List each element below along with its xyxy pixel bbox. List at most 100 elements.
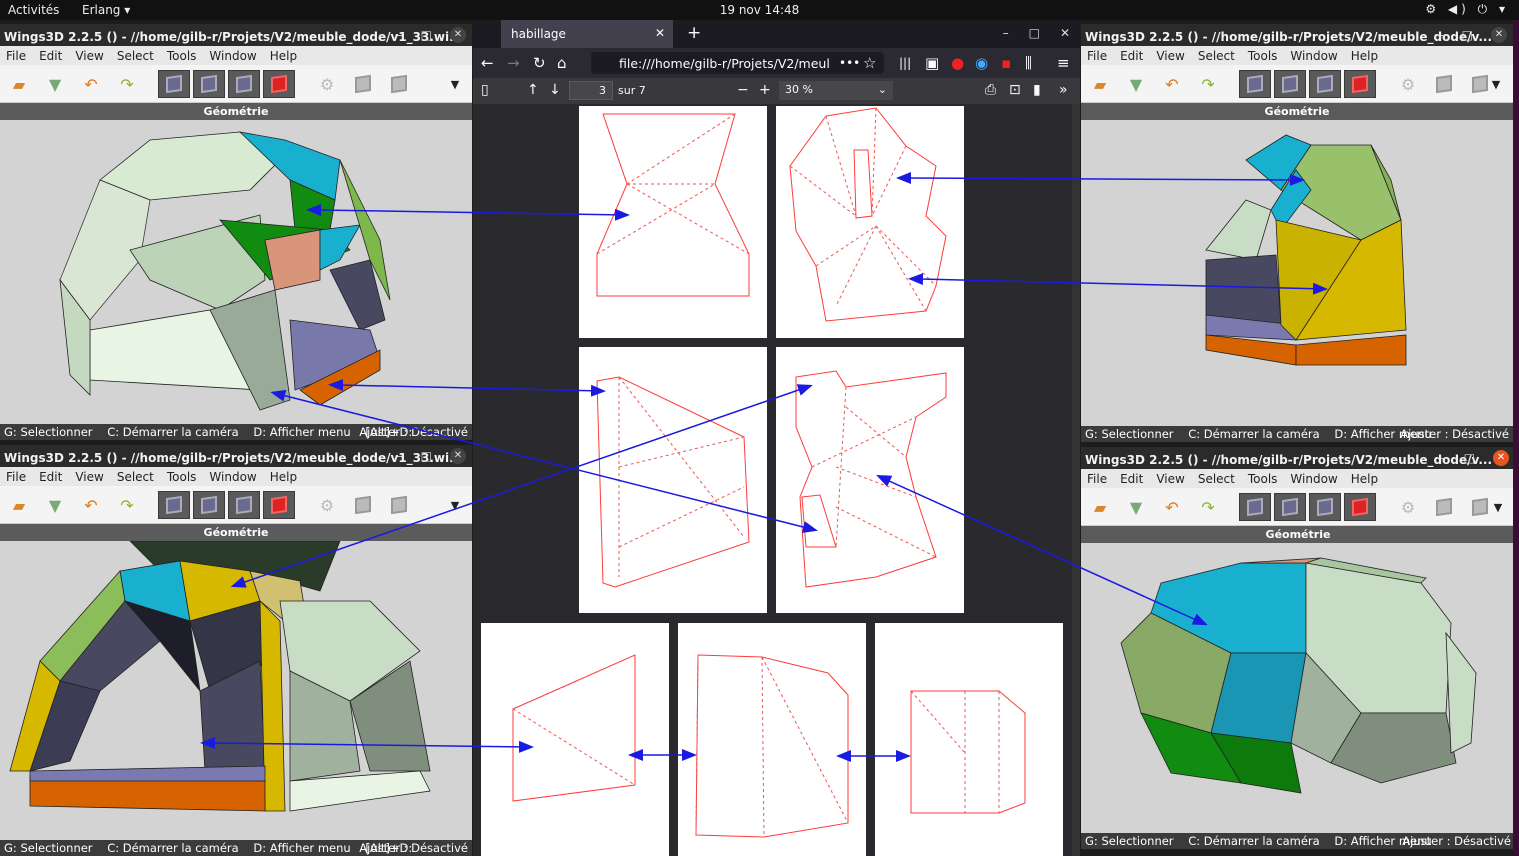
redo-icon[interactable]: ↷ bbox=[116, 73, 138, 95]
extension-ublock-icon[interactable]: ▪ bbox=[1001, 54, 1011, 72]
new-tab-icon[interactable]: + bbox=[687, 23, 701, 43]
gear-icon[interactable]: ⚙ bbox=[1397, 73, 1419, 95]
minimize-icon[interactable]: – bbox=[1003, 26, 1009, 40]
menu-select[interactable]: Select bbox=[1198, 49, 1235, 65]
vertex-mode-button[interactable] bbox=[1239, 70, 1271, 98]
redo-icon[interactable]: ↷ bbox=[1197, 496, 1219, 518]
chevron-down-icon[interactable]: ▼ bbox=[444, 73, 466, 95]
mesh-model[interactable] bbox=[1081, 543, 1515, 833]
viewport-3d[interactable] bbox=[0, 541, 472, 840]
save-icon[interactable]: ▼ bbox=[44, 73, 66, 95]
menu-file[interactable]: File bbox=[1087, 472, 1107, 488]
menu-file[interactable]: File bbox=[6, 49, 26, 65]
pdf-sidebar-icon[interactable]: ▯ bbox=[481, 82, 489, 98]
previous-page-icon[interactable]: ↑ bbox=[527, 82, 539, 98]
edge-mode-button[interactable] bbox=[1274, 493, 1306, 521]
extension-red-icon[interactable]: ● bbox=[951, 54, 964, 72]
menu-view[interactable]: View bbox=[1156, 472, 1184, 488]
menu-tools[interactable]: Tools bbox=[167, 49, 197, 65]
menu-view[interactable]: View bbox=[1156, 49, 1184, 65]
menu-view[interactable]: View bbox=[75, 470, 103, 486]
reload-icon[interactable]: ↻ bbox=[533, 54, 546, 72]
bookmark-icon[interactable]: ▮ bbox=[1033, 82, 1041, 98]
minimize-icon[interactable]: – bbox=[1440, 451, 1446, 465]
close-window-icon[interactable]: ✕ bbox=[1060, 26, 1070, 40]
save-icon[interactable]: ⊡ bbox=[1009, 82, 1021, 98]
zoom-in-icon[interactable]: + bbox=[759, 82, 771, 98]
zoom-select[interactable]: 30 % ⌄ bbox=[779, 81, 893, 100]
menu-file[interactable]: File bbox=[1087, 49, 1107, 65]
zoom-out-icon[interactable]: − bbox=[737, 82, 749, 98]
smooth-view-button[interactable] bbox=[352, 494, 374, 516]
print-icon[interactable]: ⎙ bbox=[985, 82, 996, 98]
chevron-down-icon[interactable]: ▼ bbox=[1487, 496, 1509, 518]
redo-icon[interactable]: ↷ bbox=[116, 494, 138, 516]
face-mode-button[interactable] bbox=[228, 70, 260, 98]
system-tray[interactable]: ⚙ ◀) ⏻ ▾ bbox=[1425, 2, 1509, 17]
maximize-icon[interactable]: □ bbox=[421, 449, 432, 463]
smooth-view-button[interactable] bbox=[1433, 73, 1455, 95]
library-icon[interactable]: ||| bbox=[899, 56, 911, 70]
close-tab-icon[interactable]: ✕ bbox=[655, 26, 665, 40]
undo-icon[interactable]: ↶ bbox=[80, 494, 102, 516]
menu-tools[interactable]: Tools bbox=[1248, 49, 1278, 65]
forward-icon[interactable]: → bbox=[507, 54, 520, 72]
mesh-model[interactable] bbox=[0, 541, 472, 831]
smooth-view-button[interactable] bbox=[1433, 496, 1455, 518]
smooth-view-button[interactable] bbox=[352, 73, 374, 95]
tab-habillage[interactable]: habillage ✕ bbox=[501, 20, 673, 48]
menu-edit[interactable]: Edit bbox=[39, 49, 62, 65]
body-mode-button[interactable] bbox=[1344, 70, 1376, 98]
clock[interactable]: 19 nov 14:48 bbox=[0, 3, 1519, 17]
menu-help[interactable]: Help bbox=[270, 470, 297, 486]
menu-select[interactable]: Select bbox=[117, 470, 154, 486]
undo-icon[interactable]: ↶ bbox=[1161, 496, 1183, 518]
mesh-model[interactable] bbox=[0, 120, 472, 420]
window-title-bar[interactable]: Wings3D 2.2.5 () - //home/gilb-r/Projets… bbox=[0, 445, 472, 467]
hamburger-menu-icon[interactable]: ≡ bbox=[1057, 54, 1070, 72]
close-icon[interactable]: ✕ bbox=[1491, 27, 1507, 43]
menu-select[interactable]: Select bbox=[117, 49, 154, 65]
vertex-mode-button[interactable] bbox=[158, 70, 190, 98]
menu-window[interactable]: Window bbox=[209, 49, 256, 65]
home-icon[interactable]: ⌂ bbox=[557, 54, 567, 72]
next-page-icon[interactable]: ↓ bbox=[549, 82, 561, 98]
maximize-icon[interactable]: □ bbox=[1462, 28, 1473, 42]
menu-edit[interactable]: Edit bbox=[39, 470, 62, 486]
chevron-down-icon[interactable]: ▼ bbox=[1485, 73, 1507, 95]
tools-menu-icon[interactable]: » bbox=[1059, 82, 1068, 98]
menu-view[interactable]: View bbox=[75, 49, 103, 65]
close-icon[interactable]: ✕ bbox=[450, 27, 466, 43]
scrollbar[interactable] bbox=[1072, 104, 1080, 856]
menu-edit[interactable]: Edit bbox=[1120, 49, 1143, 65]
back-icon[interactable]: ← bbox=[481, 54, 494, 72]
face-mode-button[interactable] bbox=[1309, 70, 1341, 98]
menu-window[interactable]: Window bbox=[1290, 472, 1337, 488]
body-mode-button[interactable] bbox=[263, 491, 295, 519]
edge-mode-button[interactable] bbox=[193, 70, 225, 98]
app-menu[interactable]: Erlang ▾ bbox=[82, 3, 130, 17]
gear-icon[interactable]: ⚙ bbox=[316, 73, 338, 95]
window-title-bar[interactable]: Wings3D 2.2.5 () - //home/gilb-r/Projets… bbox=[1081, 447, 1515, 469]
window-title-bar[interactable]: Wings3D 2.2.5 () - //home/gilb-r/Projets… bbox=[1081, 24, 1513, 46]
edge-mode-button[interactable] bbox=[193, 491, 225, 519]
undo-icon[interactable]: ↶ bbox=[1161, 73, 1183, 95]
redo-icon[interactable]: ↷ bbox=[1197, 73, 1219, 95]
vertex-mode-button[interactable] bbox=[158, 491, 190, 519]
maximize-icon[interactable]: □ bbox=[1464, 451, 1475, 465]
gear-icon[interactable]: ⚙ bbox=[316, 494, 338, 516]
chevron-down-icon[interactable]: ▼ bbox=[444, 494, 466, 516]
activities-button[interactable]: Activités bbox=[8, 3, 59, 17]
wire-view-button[interactable] bbox=[388, 73, 410, 95]
undo-icon[interactable]: ↶ bbox=[80, 73, 102, 95]
menu-tools[interactable]: Tools bbox=[167, 470, 197, 486]
page-actions-icon[interactable]: ••• bbox=[839, 56, 860, 70]
minimize-icon[interactable]: – bbox=[1438, 28, 1444, 42]
menu-tools[interactable]: Tools bbox=[1248, 472, 1278, 488]
extension-bars-icon[interactable]: ⫼ bbox=[1025, 54, 1032, 72]
viewport-3d[interactable] bbox=[0, 120, 472, 424]
menu-file[interactable]: File bbox=[6, 470, 26, 486]
close-icon[interactable]: ✕ bbox=[1493, 450, 1509, 466]
window-title-bar[interactable]: Wings3D 2.2.5 () - //home/gilb-r/Projets… bbox=[0, 24, 472, 46]
gear-icon[interactable]: ⚙ bbox=[1397, 496, 1419, 518]
